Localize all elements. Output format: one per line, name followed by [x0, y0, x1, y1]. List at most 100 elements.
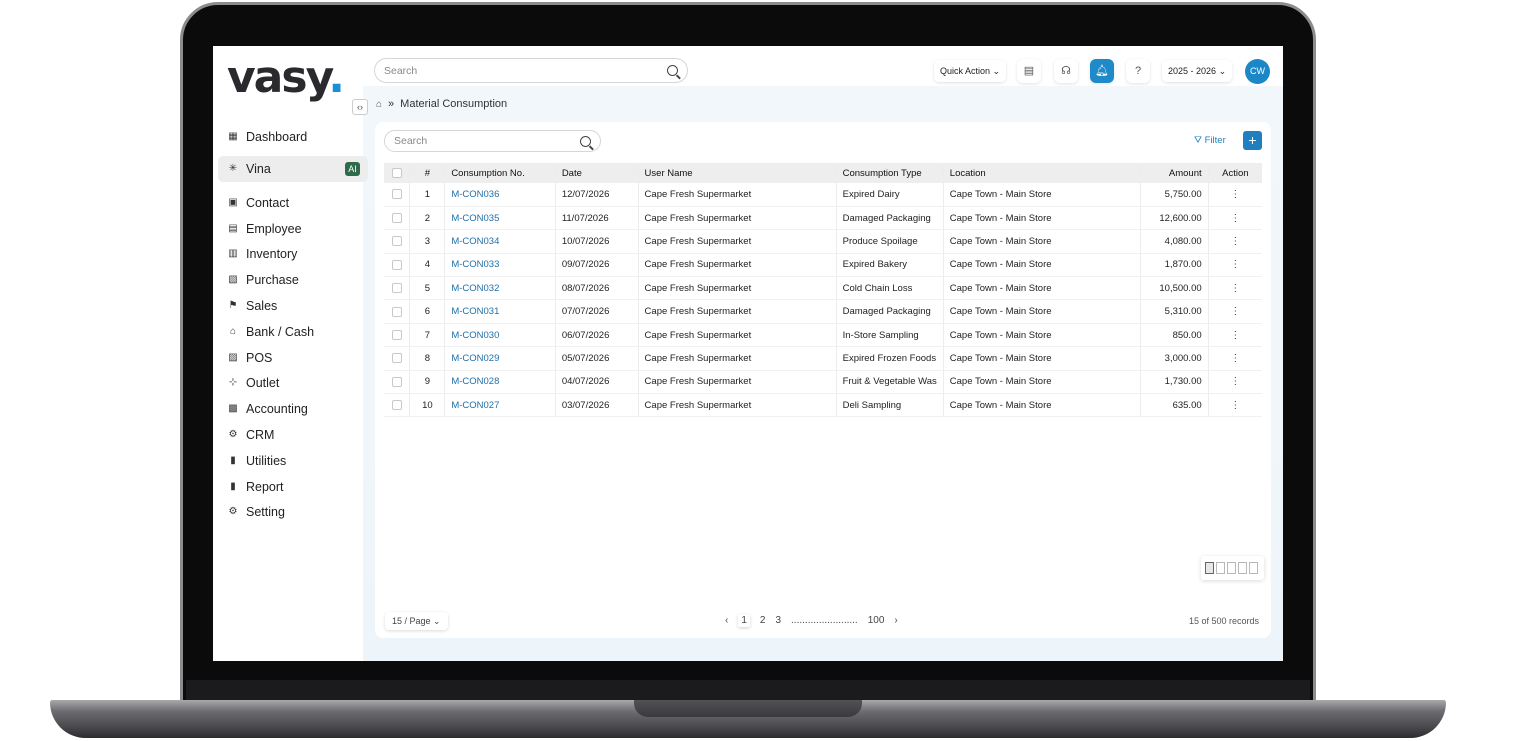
sidebar-item-crm[interactable]: ⚙ CRM: [218, 422, 368, 448]
global-search-input[interactable]: [375, 59, 635, 82]
sidebar-item-employee[interactable]: ▤ Employee: [218, 216, 368, 242]
checkbox[interactable]: [391, 213, 402, 224]
avatar[interactable]: CW: [1245, 59, 1270, 84]
sidebar-item-report[interactable]: ▮ Report: [218, 474, 368, 500]
table-row[interactable]: 2 M-CON035 11/07/2026 Cape Fresh Supermarke…: [384, 206, 1262, 231]
sidebar-item-vina[interactable]: ✳ Vina AI: [218, 156, 368, 182]
consumption-number-link[interactable]: M-CON027: [444, 393, 556, 418]
sidebar-item-utilities[interactable]: ▮ Utilities: [218, 448, 368, 474]
row-action-menu[interactable]: ⋮: [1208, 206, 1262, 231]
headset-icon[interactable]: ☊: [1054, 59, 1078, 83]
row-action-menu[interactable]: ⋮: [1208, 276, 1262, 301]
sidebar-item-inventory[interactable]: ▥ Inventory: [218, 242, 368, 268]
table-row[interactable]: 3 M-CON034 10/07/2026 Cape Fresh Supermarke…: [384, 229, 1262, 254]
select-all-header[interactable]: [384, 163, 411, 183]
consumption-number-link[interactable]: M-CON031: [444, 299, 556, 324]
column-header[interactable]: User Name: [638, 163, 837, 183]
row-checkbox[interactable]: [384, 393, 411, 418]
vasy-logo[interactable]: vasy.: [227, 52, 345, 103]
table-row[interactable]: 10 M-CON027 03/07/2026 Cape Fresh Supermark…: [384, 393, 1262, 418]
table-row[interactable]: 1 M-CON036 12/07/2026 Cape Fresh Supermarke…: [384, 183, 1262, 207]
filter-button[interactable]: ⛛ Filter: [1194, 135, 1226, 146]
consumption-number-link[interactable]: M-CON034: [444, 229, 556, 254]
more-vertical-icon[interactable]: ⋮: [1230, 330, 1240, 341]
grid-view-icon[interactable]: [1238, 562, 1247, 574]
grid-view-icon[interactable]: [1205, 562, 1214, 574]
more-vertical-icon[interactable]: ⋮: [1230, 213, 1240, 224]
row-checkbox[interactable]: [384, 229, 411, 254]
checkbox[interactable]: [391, 283, 402, 294]
sidebar-item-pos[interactable]: ▨ POS: [218, 345, 368, 371]
checkbox[interactable]: [391, 306, 402, 317]
sidebar-item-bank-cash[interactable]: ⌂ Bank / Cash: [218, 319, 368, 345]
row-checkbox[interactable]: [384, 370, 411, 395]
checkbox[interactable]: [391, 259, 402, 270]
consumption-number-link[interactable]: M-CON035: [444, 206, 556, 231]
row-action-menu[interactable]: ⋮: [1208, 323, 1262, 348]
prev-page-icon[interactable]: ‹: [725, 615, 728, 626]
row-checkbox[interactable]: [384, 346, 411, 371]
table-row[interactable]: 6 M-CON031 07/07/2026 Cape Fresh Supermarke…: [384, 299, 1262, 324]
more-vertical-icon[interactable]: ⋮: [1230, 400, 1240, 411]
search-icon[interactable]: [580, 136, 591, 147]
year-dropdown[interactable]: 2025 - 2026 ⌄: [1162, 60, 1232, 82]
more-vertical-icon[interactable]: ⋮: [1230, 306, 1240, 317]
grid-view-icon[interactable]: [1216, 562, 1225, 574]
sidebar-item-accounting[interactable]: ▩ Accounting: [218, 396, 368, 422]
column-header[interactable]: Consumption Type: [836, 163, 944, 183]
row-checkbox[interactable]: [384, 183, 411, 207]
more-vertical-icon[interactable]: ⋮: [1230, 236, 1240, 247]
global-search[interactable]: [374, 58, 688, 83]
consumption-number-link[interactable]: M-CON028: [444, 370, 556, 395]
table-row[interactable]: 7 M-CON030 06/07/2026 Cape Fresh Supermarke…: [384, 323, 1262, 348]
select-all-checkbox[interactable]: [391, 167, 402, 178]
consumption-number-link[interactable]: M-CON036: [444, 183, 556, 207]
row-action-menu[interactable]: ⋮: [1208, 183, 1262, 207]
row-checkbox[interactable]: [384, 206, 411, 231]
grid-view-icon[interactable]: [1227, 562, 1236, 574]
row-action-menu[interactable]: ⋮: [1208, 299, 1262, 324]
checkbox[interactable]: [391, 376, 402, 387]
column-header[interactable]: Consumption No.: [444, 163, 556, 183]
add-button[interactable]: +: [1243, 131, 1262, 150]
sidebar-item-purchase[interactable]: ▧ Purchase: [218, 267, 368, 293]
table-search-input[interactable]: [385, 131, 645, 151]
checkbox[interactable]: [391, 189, 402, 200]
pos-terminal-icon[interactable]: ▤: [1017, 59, 1041, 83]
page-link-current[interactable]: 1: [738, 614, 750, 627]
page-link[interactable]: 3: [775, 615, 781, 626]
row-checkbox[interactable]: [384, 299, 411, 324]
table-row[interactable]: 4 M-CON033 09/07/2026 Cape Fresh Supermarke…: [384, 253, 1262, 278]
bell-icon[interactable]: 🔔︎: [1090, 59, 1114, 83]
consumption-number-link[interactable]: M-CON029: [444, 346, 556, 371]
row-action-menu[interactable]: ⋮: [1208, 370, 1262, 395]
checkbox[interactable]: [391, 353, 402, 364]
sidebar-item-contact[interactable]: ▣ Contact: [218, 190, 368, 216]
more-vertical-icon[interactable]: ⋮: [1230, 353, 1240, 364]
row-checkbox[interactable]: [384, 276, 411, 301]
view-density-toggle[interactable]: [1201, 556, 1264, 580]
table-row[interactable]: 9 M-CON028 04/07/2026 Cape Fresh Supermarke…: [384, 370, 1262, 395]
sidebar-item-sales[interactable]: ⚑ Sales: [218, 293, 368, 319]
column-header[interactable]: Date: [555, 163, 639, 183]
home-icon[interactable]: ⌂: [376, 99, 382, 110]
table-row[interactable]: 8 M-CON029 05/07/2026 Cape Fresh Supermarke…: [384, 346, 1262, 371]
column-header[interactable]: Location: [943, 163, 1141, 183]
row-action-menu[interactable]: ⋮: [1208, 253, 1262, 278]
more-vertical-icon[interactable]: ⋮: [1230, 283, 1240, 294]
quick-action-dropdown[interactable]: Quick Action ⌄: [934, 60, 1006, 82]
more-vertical-icon[interactable]: ⋮: [1230, 259, 1240, 270]
more-vertical-icon[interactable]: ⋮: [1230, 376, 1240, 387]
consumption-number-link[interactable]: M-CON030: [444, 323, 556, 348]
table-search[interactable]: [384, 130, 645, 152]
row-checkbox[interactable]: [384, 323, 411, 348]
page-link[interactable]: 2: [760, 615, 766, 626]
sidebar-item-outlet[interactable]: ⊹ Outlet: [218, 371, 368, 397]
more-vertical-icon[interactable]: ⋮: [1230, 189, 1240, 200]
row-action-menu[interactable]: ⋮: [1208, 393, 1262, 418]
checkbox[interactable]: [391, 400, 402, 411]
row-action-menu[interactable]: ⋮: [1208, 229, 1262, 254]
consumption-number-link[interactable]: M-CON032: [444, 276, 556, 301]
table-row[interactable]: 5 M-CON032 08/07/2026 Cape Fresh Supermarke…: [384, 276, 1262, 301]
column-header[interactable]: Amount: [1140, 163, 1209, 183]
